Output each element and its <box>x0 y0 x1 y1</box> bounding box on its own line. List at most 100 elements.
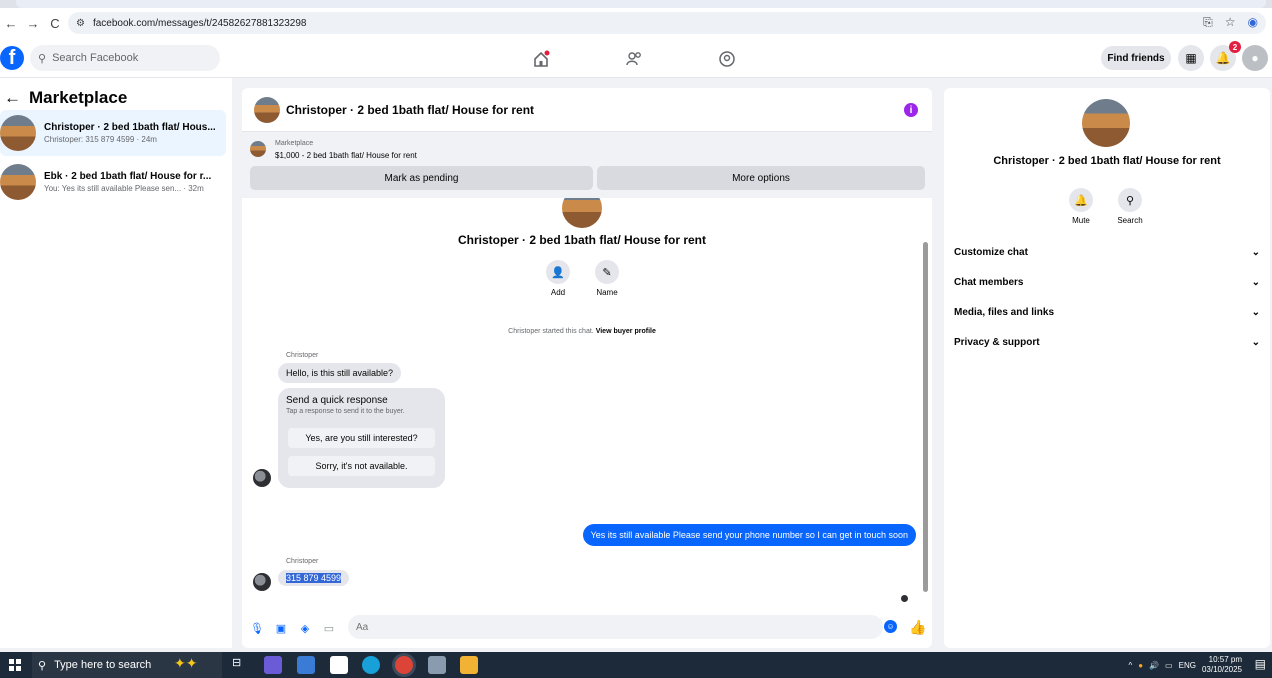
search-facebook-field[interactable]: ⚲ Search Facebook <box>30 45 220 71</box>
message-input[interactable] <box>348 615 883 639</box>
reload-icon[interactable]: C <box>44 12 66 34</box>
home-icon[interactable] <box>530 48 552 70</box>
conversation-title: Ebk · 2 bed 1bath flat/ House for r... <box>44 171 212 182</box>
forward-icon[interactable]: → <box>22 12 44 34</box>
mark-pending-button[interactable]: Mark as pending <box>250 166 593 190</box>
gif-icon[interactable]: ▭ <box>320 619 338 637</box>
chat-header: Christoper · 2 bed 1bath flat/ House for… <box>242 88 932 132</box>
network-icon[interactable]: ▭ <box>1165 661 1173 670</box>
pencil-icon: ✎ <box>595 260 619 284</box>
app-icon-2[interactable] <box>297 656 315 674</box>
search-icon: ⚲ <box>38 659 47 672</box>
conversation-title: Christoper · 2 bed 1bath flat/ Hous... <box>44 122 216 133</box>
volume-icon[interactable]: 🔊 <box>1149 661 1159 670</box>
chevron-down-icon: ⌄ <box>1251 336 1260 348</box>
chevron-down-icon: ⌄ <box>1251 306 1260 318</box>
tab-strip <box>0 0 1272 8</box>
sidebar-title: Marketplace <box>29 88 128 107</box>
sender-avatar[interactable] <box>253 573 271 591</box>
app-icon-3[interactable] <box>428 656 446 674</box>
back-arrow-icon[interactable]: ← <box>4 88 21 108</box>
sender-avatar[interactable] <box>253 469 271 487</box>
clock-time: 10:57 pm <box>1208 655 1242 664</box>
facebook-logo-icon[interactable]: f <box>0 46 24 70</box>
customize-chat-row[interactable]: Customize chat ⌄ <box>954 242 1260 262</box>
notification-center-icon[interactable]: ▤ <box>1255 657 1266 671</box>
section-label: Chat members <box>954 276 1024 288</box>
chevron-up-icon[interactable]: ^ <box>1128 661 1132 670</box>
quick-reply-sorry-button[interactable]: Sorry, it's not available. <box>288 456 435 476</box>
search-icon: ⚲ <box>1118 188 1142 212</box>
section-label: Privacy & support <box>954 336 1040 348</box>
site-settings-icon[interactable]: ⚙ <box>76 18 85 29</box>
store-icon[interactable] <box>330 656 348 674</box>
profile-icon[interactable]: ◉ <box>1248 15 1258 30</box>
groups-icon[interactable] <box>716 48 738 70</box>
thumbs-up-icon[interactable]: 👍 <box>909 619 926 636</box>
listing-bar: Marketplace $1,000 - 2 bed 1bath flat/ H… <box>242 132 932 198</box>
section-label: Media, files and links <box>954 306 1055 318</box>
account-avatar[interactable]: ● <box>1242 45 1268 71</box>
privacy-support-row[interactable]: Privacy & support ⌄ <box>954 332 1260 352</box>
app-icon-1[interactable] <box>264 656 282 674</box>
language-label[interactable]: ENG <box>1179 661 1196 670</box>
section-label: Customize chat <box>954 246 1028 258</box>
more-options-button[interactable]: More options <box>597 166 925 190</box>
search-label: Search <box>1117 216 1143 225</box>
system-tray: ^ ● 🔊 ▭ ENG 10:57 pm 03/10/2025 <box>1128 655 1242 675</box>
chat-details-panel: Christoper · 2 bed 1bath flat/ House for… <box>944 88 1270 648</box>
phone-number: 315 879 4599 <box>286 573 342 583</box>
clock[interactable]: 10:57 pm 03/10/2025 <box>1202 655 1242 675</box>
active-tab[interactable] <box>16 0 1266 8</box>
back-icon[interactable]: ← <box>0 12 22 34</box>
chat-title[interactable]: Christoper · 2 bed 1bath flat/ House for… <box>286 103 534 117</box>
windows-taskbar: ⚲ Type here to search ✦✦ ⊟ ^ ● 🔊 ▭ ENG 1… <box>0 652 1272 678</box>
media-files-links-row[interactable]: Media, files and links ⌄ <box>954 302 1260 322</box>
conversation-preview: Christoper: 315 879 4599 · 24m <box>44 135 157 144</box>
find-friends-button[interactable]: Find friends <box>1101 46 1171 70</box>
bookmark-star-icon[interactable]: ☆ <box>1225 15 1236 30</box>
address-bar: ← → C ⚙ facebook.com/messages/t/24582627… <box>0 8 1272 38</box>
windows-start-icon[interactable] <box>9 659 21 671</box>
mute-action[interactable]: 🔔 Mute <box>1061 188 1101 225</box>
taskbar-search-placeholder: Type here to search <box>54 659 152 671</box>
file-explorer-icon[interactable] <box>460 656 478 674</box>
menu-grid-icon[interactable]: ▦ <box>1178 45 1204 71</box>
conversation-item[interactable]: Christoper · 2 bed 1bath flat/ Hous... C… <box>0 110 226 156</box>
view-buyer-profile-link[interactable]: View buyer profile <box>596 328 656 335</box>
quick-response-subtitle: Tap a response to send it to the buyer. <box>286 408 405 415</box>
add-action[interactable]: 👤 Add <box>538 260 578 297</box>
url-field[interactable]: ⚙ facebook.com/messages/t/24582627881323… <box>68 12 1266 34</box>
chat-avatar[interactable] <box>254 96 280 123</box>
photo-icon[interactable]: ▣ <box>272 619 290 637</box>
taskbar-search[interactable]: ⚲ Type here to search ✦✦ <box>32 652 222 678</box>
conversation-preview: You: Yes its still available Please sen.… <box>44 184 204 193</box>
message-scrollbar[interactable] <box>923 202 928 598</box>
intro-name: Christoper · 2 bed 1bath flat/ House for… <box>457 233 707 247</box>
weather-icon[interactable]: ● <box>1138 661 1143 670</box>
friends-icon[interactable] <box>623 48 645 70</box>
clock-date: 03/10/2025 <box>1201 665 1242 674</box>
listing-price[interactable]: $1,000 - 2 bed 1bath flat/ House for ren… <box>275 151 417 160</box>
install-icon[interactable]: ⎘ <box>1203 15 1213 30</box>
name-action[interactable]: ✎ Name <box>587 260 627 297</box>
incoming-message: Hello, is this still available? <box>278 363 402 383</box>
user-icon: ● <box>1251 51 1259 65</box>
scrollbar-thumb[interactable] <box>923 242 928 592</box>
facebook-header: f ⚲ Search Facebook Find friends ▦ 🔔 2 ● <box>0 38 1272 78</box>
task-view-icon[interactable]: ⊟ <box>232 656 250 674</box>
message-composer: 🎙 ▣ ◈ ▭ ☺ 👍 <box>242 614 932 642</box>
sender-name: Christoper <box>286 558 319 565</box>
search-action[interactable]: ⚲ Search <box>1110 188 1150 225</box>
chrome-icon[interactable] <box>395 656 413 674</box>
sticker-icon[interactable]: ◈ <box>296 619 314 637</box>
emoji-icon[interactable]: ☺ <box>884 620 897 633</box>
microphone-icon[interactable]: 🎙 <box>248 619 266 637</box>
chat-panel: Christoper · 2 bed 1bath flat/ House for… <box>242 88 932 648</box>
conversation-item[interactable]: Ebk · 2 bed 1bath flat/ House for r... Y… <box>0 159 226 205</box>
info-icon[interactable]: i <box>904 103 918 117</box>
chat-members-row[interactable]: Chat members ⌄ <box>954 272 1260 292</box>
notification-badge: 2 <box>1229 41 1241 53</box>
quick-reply-yes-button[interactable]: Yes, are you still interested? <box>288 428 435 448</box>
edge-icon[interactable] <box>362 656 380 674</box>
